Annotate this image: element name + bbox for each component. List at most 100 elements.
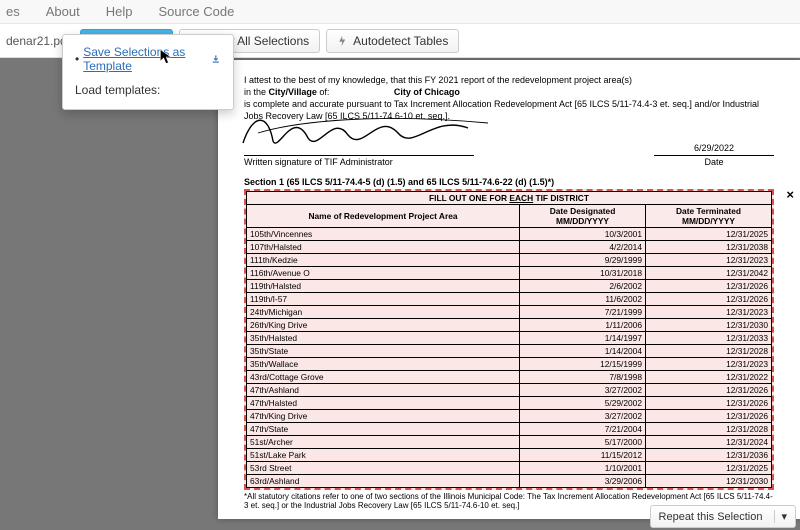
table-row: 51st/Archer5/17/200012/31/2024 (247, 435, 772, 448)
cursor-icon (159, 49, 173, 65)
cell-designated: 1/14/2004 (520, 344, 646, 357)
cell-designated: 4/2/2014 (520, 240, 646, 253)
repeat-selection-group: Repeat this Selection ▾ (650, 505, 796, 528)
cell-name: 107th/Halsted (247, 240, 520, 253)
cell-designated: 10/31/2018 (520, 266, 646, 279)
cell-designated: 9/29/1999 (520, 253, 646, 266)
cell-terminated: 12/31/2023 (646, 305, 772, 318)
cell-name: 35th/State (247, 344, 520, 357)
close-selection-button[interactable]: × (786, 187, 794, 202)
cell-terminated: 12/31/2028 (646, 422, 772, 435)
cell-name: 35th/Halsted (247, 331, 520, 344)
cell-terminated: 12/31/2024 (646, 435, 772, 448)
col-terminated: Date TerminatedMM/DD/YYYY (646, 204, 772, 227)
signature-line-label: Written signature of TIF Administrator (244, 155, 474, 167)
cell-designated: 10/3/2001 (520, 227, 646, 240)
repeat-selection-button[interactable]: Repeat this Selection ▾ (650, 505, 796, 528)
nav-source[interactable]: Source Code (158, 4, 234, 19)
cell-name: 63rd/Ashland (247, 474, 520, 487)
table-row: 43rd/Cottage Grove7/8/199812/31/2022 (247, 370, 772, 383)
cell-designated: 12/15/1999 (520, 357, 646, 370)
cell-terminated: 12/31/2030 (646, 318, 772, 331)
cell-name: 119th/Halsted (247, 279, 520, 292)
cell-name: 24th/Michigan (247, 305, 520, 318)
cell-designated: 5/29/2002 (520, 396, 646, 409)
autodetect-label: Autodetect Tables (353, 34, 448, 48)
cell-designated: 1/11/2006 (520, 318, 646, 331)
nav-help[interactable]: Help (106, 4, 133, 19)
pdf-page: I attest to the best of my knowledge, th… (218, 60, 800, 519)
signature-area: Written signature of TIF Administrator 6… (244, 143, 774, 167)
autodetect-button[interactable]: Autodetect Tables (326, 29, 459, 53)
cell-designated: 11/15/2012 (520, 448, 646, 461)
tif-table: FILL OUT ONE FOR EACH TIF DISTRICT Name … (246, 191, 772, 488)
table-row: 107th/Halsted4/2/201412/31/2038 (247, 240, 772, 253)
cell-designated: 3/29/2006 (520, 474, 646, 487)
table-row: 111th/Kedzie9/29/199912/31/2023 (247, 253, 772, 266)
cell-name: 105th/Vincennes (247, 227, 520, 240)
cell-designated: 3/27/2002 (520, 383, 646, 396)
cell-name: 47th/King Drive (247, 409, 520, 422)
cell-terminated: 12/31/2023 (646, 357, 772, 370)
cell-terminated: 12/31/2033 (646, 331, 772, 344)
cell-terminated: 12/31/2026 (646, 279, 772, 292)
cell-name: 111th/Kedzie (247, 253, 520, 266)
cell-name: 51st/Lake Park (247, 448, 520, 461)
table-row: 119th/Halsted2/6/200212/31/2026 (247, 279, 772, 292)
attest-line2: in the City/Village of: City of Chicago (244, 86, 774, 98)
cell-terminated: 12/31/2026 (646, 383, 772, 396)
table-row: 35th/State1/14/200412/31/2028 (247, 344, 772, 357)
table-row: 53rd Street1/10/200112/31/2025 (247, 461, 772, 474)
cell-terminated: 12/31/2026 (646, 292, 772, 305)
cell-designated: 7/21/2004 (520, 422, 646, 435)
cell-designated: 7/21/1999 (520, 305, 646, 318)
cell-terminated: 12/31/2030 (646, 474, 772, 487)
cell-name: 119th/I-57 (247, 292, 520, 305)
cell-name: 47th/State (247, 422, 520, 435)
cell-terminated: 12/31/2036 (646, 448, 772, 461)
table-row: 35th/Wallace12/15/199912/31/2023 (247, 357, 772, 370)
workspace: I attest to the best of my knowledge, th… (0, 58, 800, 530)
table-row: 26th/King Drive1/11/200612/31/2030 (247, 318, 772, 331)
bullet-icon: • (75, 52, 79, 66)
signature-date-value: 6/29/2022 (654, 143, 774, 153)
nav-about[interactable]: About (46, 4, 80, 19)
cell-name: 51st/Archer (247, 435, 520, 448)
cell-terminated: 12/31/2025 (646, 227, 772, 240)
table-row: 24th/Michigan7/21/199912/31/2023 (247, 305, 772, 318)
col-designated: Date DesignatedMM/DD/YYYY (520, 204, 646, 227)
cell-terminated: 12/31/2038 (646, 240, 772, 253)
table-row: 47th/Ashland3/27/200212/31/2026 (247, 383, 772, 396)
bolt-icon (337, 35, 349, 47)
cell-designated: 1/10/2001 (520, 461, 646, 474)
caret-down-icon[interactable]: ▾ (774, 510, 787, 523)
cell-designated: 7/8/1998 (520, 370, 646, 383)
cell-name: 53rd Street (247, 461, 520, 474)
templates-dropdown: • Save Selections as Template Load templ… (62, 34, 234, 110)
repeat-label: Repeat this Selection (659, 511, 763, 523)
cell-name: 47th/Halsted (247, 396, 520, 409)
table-row: 35th/Halsted1/14/199712/31/2033 (247, 331, 772, 344)
col-name: Name of Redevelopment Project Area (247, 204, 520, 227)
table-title: FILL OUT ONE FOR EACH TIF DISTRICT (247, 191, 772, 204)
cell-terminated: 12/31/2022 (646, 370, 772, 383)
cell-designated: 2/6/2002 (520, 279, 646, 292)
cell-designated: 11/6/2002 (520, 292, 646, 305)
table-selection-region[interactable]: FILL OUT ONE FOR EACH TIF DISTRICT Name … (244, 189, 774, 490)
table-row: 51st/Lake Park11/15/201212/31/2036 (247, 448, 772, 461)
table-row: 119th/I-5711/6/200212/31/2026 (247, 292, 772, 305)
cell-designated: 3/27/2002 (520, 409, 646, 422)
cell-name: 26th/King Drive (247, 318, 520, 331)
cell-name: 43rd/Cottage Grove (247, 370, 520, 383)
save-template-link[interactable]: Save Selections as Template (83, 45, 207, 73)
nav-files[interactable]: es (6, 4, 20, 19)
cell-terminated: 12/31/2023 (646, 253, 772, 266)
table-row: 47th/King Drive3/27/200212/31/2026 (247, 409, 772, 422)
city-name: City of Chicago (332, 86, 522, 98)
cell-designated: 1/14/1997 (520, 331, 646, 344)
cell-terminated: 12/31/2026 (646, 396, 772, 409)
download-icon (211, 53, 221, 65)
attest-line1: I attest to the best of my knowledge, th… (244, 74, 774, 86)
signature-image (238, 103, 498, 153)
cell-terminated: 12/31/2026 (646, 409, 772, 422)
